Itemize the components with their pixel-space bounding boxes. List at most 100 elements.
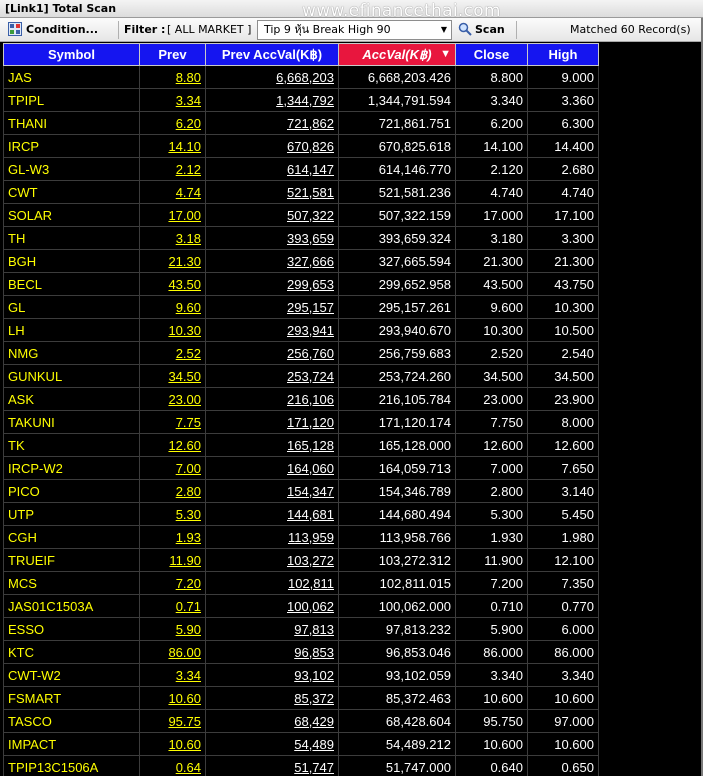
cell-prev[interactable]: 1.93 (139, 525, 206, 549)
cell-symbol[interactable]: IRCP (3, 134, 140, 158)
cell-prev-accval[interactable]: 97,813 (205, 617, 339, 641)
cell-prev-accval[interactable]: 721,862 (205, 111, 339, 135)
cell-symbol[interactable]: TK (3, 433, 140, 457)
cell-prev-accval[interactable]: 1,344,792 (205, 88, 339, 112)
cell-prev[interactable]: 3.34 (139, 663, 206, 687)
cell-symbol[interactable]: ESSO (3, 617, 140, 641)
cell-prev-accval[interactable]: 216,106 (205, 387, 339, 411)
cell-prev-accval[interactable]: 393,659 (205, 226, 339, 250)
cell-prev-accval[interactable]: 614,147 (205, 157, 339, 181)
table-row[interactable]: ASK 23.00 216,106 216,105.784 23.000 23.900 (3, 387, 599, 411)
table-row[interactable]: NMG 2.52 256,760 256,759.683 2.520 2.540 (3, 341, 599, 365)
cell-symbol[interactable]: TASCO (3, 709, 140, 733)
cell-prev[interactable]: 10.60 (139, 686, 206, 710)
table-row[interactable]: IRCP-W2 7.00 164,060 164,059.713 7.000 7.650 (3, 456, 599, 480)
table-row[interactable]: TPIPL 3.34 1,344,792 1,344,791.594 3.340 3.36… (3, 88, 599, 112)
cell-prev-accval[interactable]: 68,429 (205, 709, 339, 733)
cell-prev-accval[interactable]: 102,811 (205, 571, 339, 595)
cell-symbol[interactable]: JAS (3, 65, 140, 89)
cell-prev-accval[interactable]: 521,581 (205, 180, 339, 204)
cell-symbol[interactable]: THANI (3, 111, 140, 135)
column-header-accval[interactable]: AccVal(K฿) ▼ (338, 43, 456, 66)
cell-symbol[interactable]: ASK (3, 387, 140, 411)
cell-prev-accval[interactable]: 327,666 (205, 249, 339, 273)
table-row[interactable]: GL 9.60 295,157 295,157.261 9.600 10.300 (3, 295, 599, 319)
cell-prev[interactable]: 7.20 (139, 571, 206, 595)
cell-prev[interactable]: 5.90 (139, 617, 206, 641)
cell-prev[interactable]: 6.20 (139, 111, 206, 135)
cell-prev[interactable]: 10.30 (139, 318, 206, 342)
table-row[interactable]: BECL 43.50 299,653 299,652.958 43.500 43.750 (3, 272, 599, 296)
cell-symbol[interactable]: TPIP13C1506A (3, 755, 140, 776)
cell-symbol[interactable]: TRUEIF (3, 548, 140, 572)
cell-prev-accval[interactable]: 164,060 (205, 456, 339, 480)
cell-prev-accval[interactable]: 253,724 (205, 364, 339, 388)
cell-symbol[interactable]: NMG (3, 341, 140, 365)
cell-prev[interactable]: 3.34 (139, 88, 206, 112)
cell-prev[interactable]: 7.75 (139, 410, 206, 434)
cell-symbol[interactable]: BGH (3, 249, 140, 273)
table-row[interactable]: GUNKUL 34.50 253,724 253,724.260 34.500 34.50… (3, 364, 599, 388)
cell-prev[interactable]: 86.00 (139, 640, 206, 664)
cell-symbol[interactable]: GL (3, 295, 140, 319)
cell-prev-accval[interactable]: 295,157 (205, 295, 339, 319)
table-row[interactable]: TAKUNI 7.75 171,120 171,120.174 7.750 8.000 (3, 410, 599, 434)
chevron-down-icon[interactable]: ▼ (441, 21, 447, 39)
cell-symbol[interactable]: IRCP-W2 (3, 456, 140, 480)
cell-prev[interactable]: 21.30 (139, 249, 206, 273)
cell-symbol[interactable]: KTC (3, 640, 140, 664)
cell-prev-accval[interactable]: 670,826 (205, 134, 339, 158)
table-row[interactable]: SOLAR 17.00 507,322 507,322.159 17.000 17.100 (3, 203, 599, 227)
table-row[interactable]: KTC 86.00 96,853 96,853.046 86.000 86.000 (3, 640, 599, 664)
cell-prev[interactable]: 5.30 (139, 502, 206, 526)
cell-prev[interactable]: 34.50 (139, 364, 206, 388)
scan-button[interactable]: Scan (458, 18, 505, 42)
cell-prev-accval[interactable]: 507,322 (205, 203, 339, 227)
cell-prev[interactable]: 17.00 (139, 203, 206, 227)
cell-prev-accval[interactable]: 165,128 (205, 433, 339, 457)
cell-prev[interactable]: 3.18 (139, 226, 206, 250)
cell-prev[interactable]: 2.80 (139, 479, 206, 503)
cell-symbol[interactable]: GUNKUL (3, 364, 140, 388)
cell-symbol[interactable]: BECL (3, 272, 140, 296)
filter-market-value[interactable]: [ ALL MARKET ] (167, 18, 251, 42)
cell-prev[interactable]: 10.60 (139, 732, 206, 756)
cell-prev-accval[interactable]: 54,489 (205, 732, 339, 756)
table-row[interactable]: JAS01C1503A 0.71 100,062 100,062.000 0.710 0.… (3, 594, 599, 618)
cell-prev[interactable]: 11.90 (139, 548, 206, 572)
cell-prev[interactable]: 2.12 (139, 157, 206, 181)
cell-prev[interactable]: 7.00 (139, 456, 206, 480)
column-header-prev[interactable]: Prev (139, 43, 206, 66)
cell-prev-accval[interactable]: 299,653 (205, 272, 339, 296)
column-header-close[interactable]: Close (455, 43, 528, 66)
cell-prev-accval[interactable]: 51,747 (205, 755, 339, 776)
table-row[interactable]: ESSO 5.90 97,813 97,813.232 5.900 6.000 (3, 617, 599, 641)
table-row[interactable]: GL-W3 2.12 614,147 614,146.770 2.120 2.680 (3, 157, 599, 181)
column-header-prev-accval[interactable]: Prev AccVal(K฿) (205, 43, 339, 66)
cell-symbol[interactable]: CWT-W2 (3, 663, 140, 687)
column-header-symbol[interactable]: Symbol (3, 43, 140, 66)
table-row[interactable]: TRUEIF 11.90 103,272 103,272.312 11.900 12.10… (3, 548, 599, 572)
cell-prev[interactable]: 12.60 (139, 433, 206, 457)
cell-prev-accval[interactable]: 6,668,203 (205, 65, 339, 89)
cell-symbol[interactable]: IMPACT (3, 732, 140, 756)
cell-prev-accval[interactable]: 96,853 (205, 640, 339, 664)
cell-prev[interactable]: 43.50 (139, 272, 206, 296)
cell-symbol[interactable]: TPIPL (3, 88, 140, 112)
table-row[interactable]: JAS 8.80 6,668,203 6,668,203.426 8.800 9.000 (3, 65, 599, 89)
cell-prev[interactable]: 4.74 (139, 180, 206, 204)
cell-prev-accval[interactable]: 171,120 (205, 410, 339, 434)
table-row[interactable]: IRCP 14.10 670,826 670,825.618 14.100 14.400 (3, 134, 599, 158)
cell-prev-accval[interactable]: 103,272 (205, 548, 339, 572)
table-row[interactable]: THANI 6.20 721,862 721,861.751 6.200 6.300 (3, 111, 599, 135)
cell-prev-accval[interactable]: 256,760 (205, 341, 339, 365)
table-row[interactable]: TPIP13C1506A 0.64 51,747 51,747.000 0.640 0.6… (3, 755, 599, 776)
table-row[interactable]: LH 10.30 293,941 293,940.670 10.300 10.500 (3, 318, 599, 342)
cell-prev-accval[interactable]: 293,941 (205, 318, 339, 342)
cell-prev[interactable]: 8.80 (139, 65, 206, 89)
cell-prev-accval[interactable]: 154,347 (205, 479, 339, 503)
cell-symbol[interactable]: TAKUNI (3, 410, 140, 434)
table-row[interactable]: TASCO 95.75 68,429 68,428.604 95.750 97.000 (3, 709, 599, 733)
table-row[interactable]: IMPACT 10.60 54,489 54,489.212 10.600 10.600 (3, 732, 599, 756)
table-row[interactable]: TH 3.18 393,659 393,659.324 3.180 3.300 (3, 226, 599, 250)
